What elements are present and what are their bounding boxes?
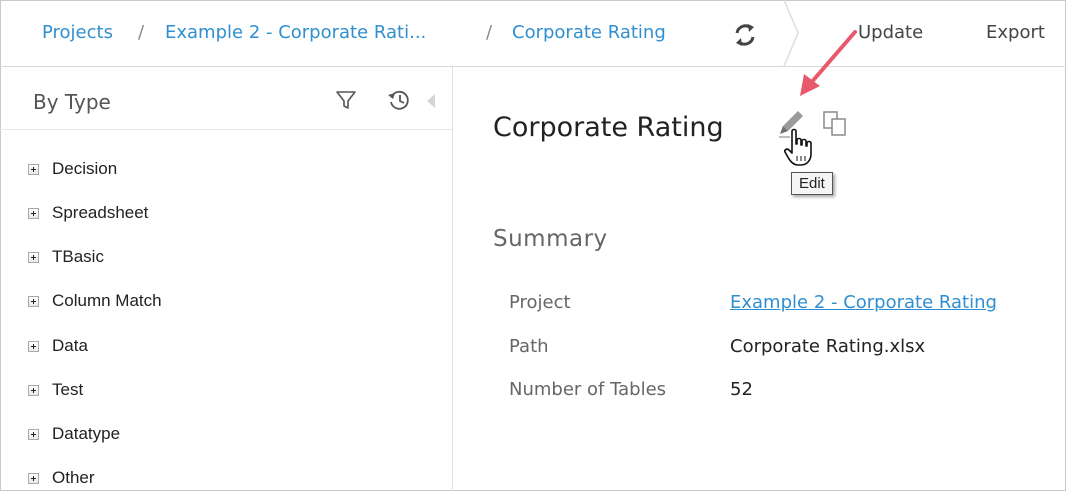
copy-icon[interactable]	[822, 110, 848, 138]
path-value: Corporate Rating.xlsx	[730, 336, 926, 357]
sidebar: By Type Decision Spreadsheet TBasic Colu…	[0, 67, 453, 491]
tree-item-label: Datatype	[52, 424, 121, 443]
breadcrumb-project[interactable]: Example 2 - Corporate Rati...	[165, 22, 426, 43]
project-link[interactable]: Example 2 - Corporate Rating	[730, 292, 997, 313]
tree-item-label: Decision	[52, 159, 118, 178]
expand-icon[interactable]	[28, 428, 39, 440]
tree-item-other[interactable]: Other	[28, 467, 95, 489]
refresh-icon[interactable]	[731, 21, 759, 49]
number-of-tables-value: 52	[730, 379, 753, 400]
tree-item-label: TBasic	[52, 247, 104, 266]
expand-icon[interactable]	[28, 384, 39, 396]
tree-item-label: Data	[52, 336, 88, 355]
breadcrumb-projects[interactable]: Projects	[42, 22, 113, 43]
path-label: Path	[509, 336, 549, 357]
annotation-arrow-icon	[800, 30, 857, 96]
number-of-tables-label: Number of Tables	[509, 379, 667, 400]
page-title: Corporate Rating	[493, 112, 724, 143]
expand-icon[interactable]	[28, 472, 39, 484]
project-label: Project	[509, 292, 571, 313]
tree-item-tbasic[interactable]: TBasic	[28, 246, 104, 268]
expand-icon[interactable]	[28, 207, 39, 219]
collapse-left-icon[interactable]	[424, 92, 438, 110]
expand-icon[interactable]	[28, 340, 39, 352]
tree-item-label: Spreadsheet	[52, 203, 149, 222]
tree-item-spreadsheet[interactable]: Spreadsheet	[28, 202, 148, 224]
breadcrumb-module[interactable]: Corporate Rating	[512, 22, 666, 43]
top-bar: Projects / Example 2 - Corporate Rati...…	[0, 0, 1066, 67]
hand-cursor-icon	[784, 128, 812, 166]
sidebar-title[interactable]: By Type	[33, 90, 111, 114]
filter-icon[interactable]	[335, 89, 357, 111]
tree-item-decision[interactable]: Decision	[28, 158, 117, 180]
tree-item-test[interactable]: Test	[28, 379, 83, 401]
tree-item-label: Column Match	[52, 291, 162, 310]
history-icon[interactable]	[386, 87, 412, 113]
sidebar-header: By Type	[0, 67, 452, 130]
expand-icon[interactable]	[28, 251, 39, 263]
expand-icon[interactable]	[28, 163, 39, 175]
edit-tooltip: Edit	[791, 172, 833, 195]
breadcrumb-separator: /	[486, 22, 493, 43]
tree-item-label: Other	[52, 468, 95, 487]
expand-icon[interactable]	[28, 295, 39, 307]
tree-item-label: Test	[52, 380, 84, 399]
tree-item-column-match[interactable]: Column Match	[28, 290, 162, 312]
tree-item-data[interactable]: Data	[28, 335, 88, 357]
tree-item-datatype[interactable]: Datatype	[28, 423, 120, 445]
export-button[interactable]: Export	[986, 22, 1045, 43]
breadcrumb-separator: /	[138, 22, 145, 43]
summary-heading: Summary	[493, 226, 608, 252]
